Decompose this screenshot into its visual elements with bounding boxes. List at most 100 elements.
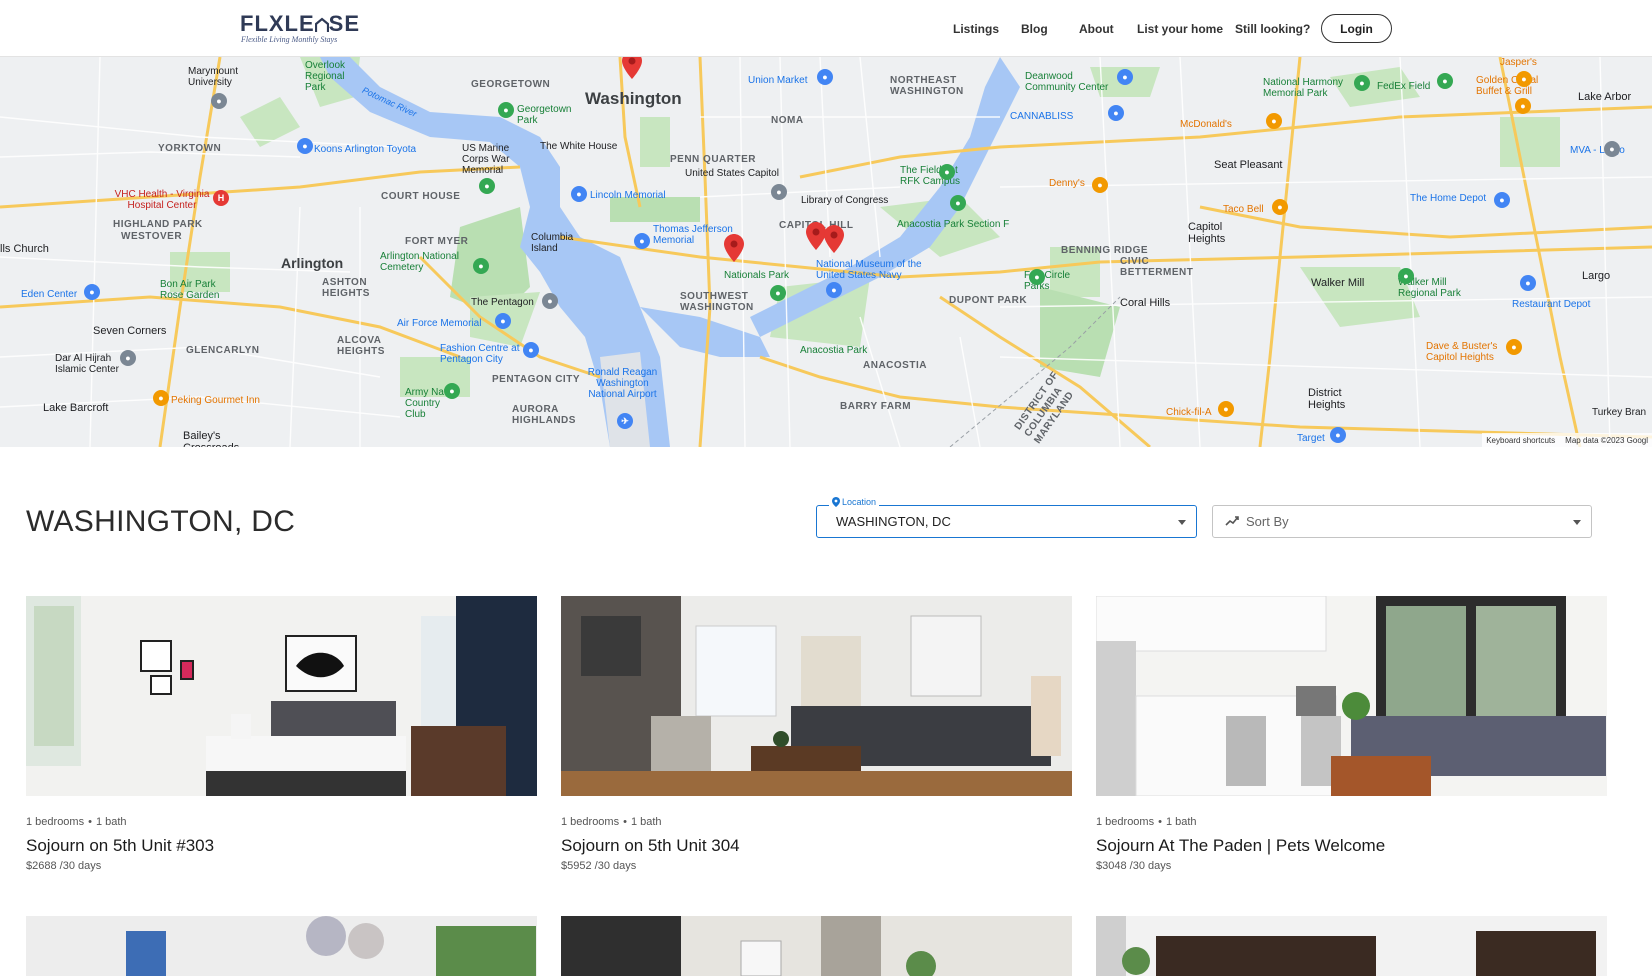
- map-label-bon-air-park: Bon Air Park Rose Garden: [160, 279, 220, 301]
- nav-still-looking[interactable]: Still looking?: [1235, 22, 1310, 36]
- listing-title[interactable]: Sojourn on 5th Unit #303: [26, 836, 537, 858]
- listing-price: $3048 /30 days: [1096, 860, 1172, 872]
- listing-meta: 1 bedrooms • 1 bath: [26, 816, 127, 828]
- listing-card[interactable]: 1 bedrooms • 1 bath Sojourn At The Paden |…: [1096, 596, 1607, 872]
- restaurant-icon-4: ●: [1266, 113, 1282, 129]
- map-label-alcova-heights: ALCOVA HEIGHTS: [337, 335, 385, 357]
- map-label-library-of-congress: Library of Congress: [801, 195, 889, 206]
- nav-listings[interactable]: Listings: [953, 22, 999, 36]
- map-label-highland-park: HIGHLAND PARK: [113, 219, 203, 230]
- map-label-dennys: Denny's: [1049, 178, 1085, 189]
- map-label-jaspers: Jasper's: [1500, 57, 1537, 68]
- listing-photo[interactable]: [26, 916, 537, 976]
- location-select[interactable]: Location WASHINGTON, DC: [816, 497, 1197, 538]
- restaurant-icon: ●: [153, 390, 169, 406]
- anacostia-park-icon: ●: [950, 195, 966, 211]
- listing-bedrooms: 1 bedrooms: [1096, 816, 1155, 828]
- map-label-pentagon-city: PENTAGON CITY: [492, 374, 580, 385]
- map-data-credit[interactable]: Map data ©2023 Googl: [1565, 436, 1648, 445]
- chevron-down-icon[interactable]: [1178, 520, 1186, 525]
- landmark-icon: ●: [571, 186, 587, 202]
- chevron-down-icon[interactable]: [1573, 520, 1581, 525]
- listing-baths: 1 bath: [95, 816, 127, 828]
- restaurant-icon-8: ●: [1218, 401, 1234, 417]
- listing-photo[interactable]: [26, 596, 537, 796]
- map-label-civic-betterment: CIVIC BETTERMENT: [1120, 256, 1194, 278]
- map-label-national-harmony: National Harmony Memorial Park: [1263, 77, 1344, 99]
- listing-title[interactable]: Sojourn on 5th Unit 304: [561, 836, 1072, 858]
- map-label-penn-quarter: PENN QUARTER: [670, 154, 757, 165]
- listing-photo[interactable]: [561, 916, 1072, 976]
- map-label-coral-hills: Coral Hills: [1120, 297, 1171, 309]
- memorial-icon-2: ●: [495, 313, 511, 329]
- fort-circle-icon: ●: [1029, 269, 1045, 285]
- dispensary-icon: ●: [1108, 105, 1124, 121]
- map-label-aurora-highlands: AURORA HIGHLANDS: [512, 404, 576, 426]
- map-label-court-house: COURT HOUSE: [381, 191, 461, 202]
- store-icon: ●: [1494, 192, 1510, 208]
- listing-card[interactable]: 1 bedrooms • 1 bath Sojourn on 5th Unit #3…: [26, 596, 537, 872]
- login-button[interactable]: Login: [1321, 14, 1392, 43]
- listing-pin[interactable]: [724, 234, 744, 262]
- map-label-reagan-airport: Ronald Reagan Washington National Airpor…: [587, 367, 658, 400]
- nav-blog[interactable]: Blog: [1021, 22, 1048, 36]
- hospital-icon: H: [213, 190, 229, 206]
- memorial-icon: ●: [479, 178, 495, 194]
- sort-by-label: Sort By: [1246, 514, 1289, 529]
- map-label-fashion-centre: Fashion Centre at Pentagon City: [440, 343, 520, 365]
- listings-map[interactable]: Washington Arlington GEORGETOWN YORKTOWN…: [0, 57, 1652, 447]
- map-label-southwest-washington: SOUTHWEST WASHINGTON: [680, 291, 754, 313]
- map-label-largo: Largo: [1582, 270, 1611, 282]
- map-label-mcdonalds: McDonald's: [1180, 119, 1232, 130]
- nav-about[interactable]: About: [1079, 22, 1114, 36]
- listing-pin[interactable]: [806, 222, 826, 250]
- listing-pin[interactable]: [824, 225, 844, 253]
- map-label-arlington-cemetery: Arlington National Cemetery: [380, 251, 459, 273]
- listing-bedrooms: 1 bedrooms: [26, 816, 85, 828]
- map-label-union-market: Union Market: [748, 75, 808, 86]
- map-label-nationals-park: Nationals Park: [724, 270, 790, 281]
- stadium-icon-2: ●: [1437, 73, 1453, 89]
- logo-wordmark: FLXLE SE: [240, 11, 361, 36]
- university-icon: ●: [211, 93, 227, 109]
- map-label-columbia-island: Columbia Island: [531, 232, 574, 254]
- map-label-target: Target: [1297, 433, 1325, 444]
- map-label-ashton-heights: ASHTON HEIGHTS: [322, 277, 370, 299]
- mosque-icon: ●: [120, 350, 136, 366]
- pentagon-icon: ●: [542, 293, 558, 309]
- listing-pin[interactable]: [622, 57, 642, 79]
- location-pin-icon: [832, 497, 840, 507]
- listing-meta: 1 bedrooms • 1 bath: [1096, 816, 1197, 828]
- listing-meta: 1 bedrooms • 1 bath: [561, 816, 662, 828]
- mall-icon: ●: [523, 342, 539, 358]
- monument-icon: ●: [634, 233, 650, 249]
- store-icon-3: ●: [1330, 427, 1346, 443]
- location-legend: Location: [829, 497, 880, 507]
- trending-up-icon: [1225, 516, 1239, 526]
- listing-photo[interactable]: [561, 596, 1072, 796]
- listing-photo[interactable]: [1096, 916, 1607, 976]
- park-icon: ●: [498, 102, 514, 118]
- map-label-home-depot: The Home Depot: [1410, 193, 1487, 204]
- map-label-marymount: Marymount University: [188, 66, 239, 88]
- map-label-jefferson-memorial: Thomas Jefferson Memorial: [653, 224, 733, 246]
- listing-photo[interactable]: [1096, 596, 1607, 796]
- map-label-lincoln-memorial: Lincoln Memorial: [590, 190, 666, 201]
- listing-baths: 1 bath: [630, 816, 662, 828]
- map-label-lake-barcroft: Lake Barcroft: [43, 402, 109, 414]
- map-label-georgetown-park: Georgetown Park: [517, 104, 572, 126]
- market-icon: ●: [817, 69, 833, 85]
- restaurant-icon-6: ●: [1272, 199, 1288, 215]
- nav-list-your-home[interactable]: List your home: [1137, 22, 1223, 36]
- map-label-glencarlyn: GLENCARLYN: [186, 345, 260, 356]
- keyboard-shortcuts-link[interactable]: Keyboard shortcuts: [1486, 436, 1555, 445]
- listing-card[interactable]: 1 bedrooms • 1 bath Sojourn on 5th Unit 30…: [561, 596, 1072, 872]
- flxlease-logo[interactable]: FLXLE SE Flexible Living Monthly Stays: [240, 13, 362, 45]
- sort-by-select[interactable]: Sort By: [1212, 505, 1592, 538]
- listing-title[interactable]: Sojourn At The Paden | Pets Welcome: [1096, 836, 1607, 858]
- harmony-park-icon: ●: [1354, 75, 1370, 91]
- page-title: WASHINGTON, DC: [26, 505, 296, 538]
- logo-tagline: Flexible Living Monthly Stays: [241, 35, 338, 44]
- map-label-koons-toyota: Koons Arlington Toyota: [314, 144, 417, 155]
- map-label-dupont-park: DUPONT PARK: [949, 295, 1028, 306]
